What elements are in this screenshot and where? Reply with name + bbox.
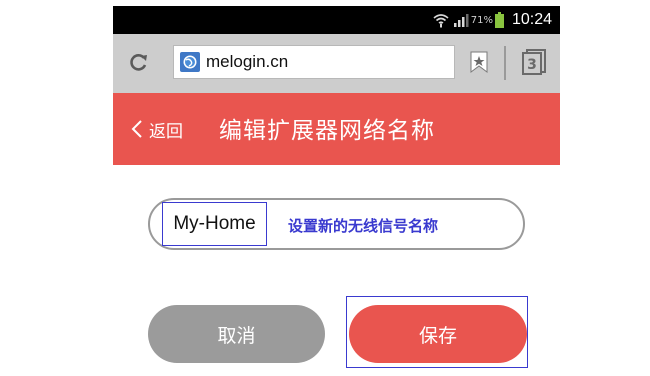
url-field[interactable]: melogin.cn: [173, 45, 455, 79]
cancel-button[interactable]: 取消: [148, 305, 325, 363]
refresh-icon[interactable]: [127, 52, 149, 74]
clock: 10:24: [511, 11, 552, 28]
bookmark-icon[interactable]: [470, 51, 488, 73]
wifi-icon: [433, 14, 449, 28]
phone-screen: 71% 10:24 melogin.cn 3 返回 编辑扩展器网络名称 My-H…: [113, 0, 560, 376]
browser-toolbar: melogin.cn 3: [113, 34, 560, 93]
back-button[interactable]: 返回: [131, 115, 183, 143]
chevron-left-icon: [131, 120, 142, 138]
battery-icon: [494, 12, 504, 28]
status-indicators: 71% 10:24: [433, 6, 552, 34]
url-text: melogin.cn: [206, 52, 289, 71]
signal-icon: [453, 14, 469, 27]
ssid-hint-annotation: 设置新的无线信号名称: [288, 217, 439, 235]
globe-icon: [180, 52, 200, 72]
save-button[interactable]: 保存: [349, 305, 527, 363]
tabs-icon[interactable]: 3: [522, 49, 546, 75]
status-bar: 71% 10:24: [113, 6, 560, 34]
page-title: 编辑扩展器网络名称: [219, 118, 435, 144]
tab-count: 3: [527, 57, 537, 73]
ssid-value[interactable]: My-Home: [162, 202, 267, 246]
back-label: 返回: [149, 121, 183, 142]
toolbar-divider: [504, 46, 506, 80]
battery-percent: 71%: [470, 14, 493, 26]
page-header: 返回 编辑扩展器网络名称: [113, 93, 560, 165]
